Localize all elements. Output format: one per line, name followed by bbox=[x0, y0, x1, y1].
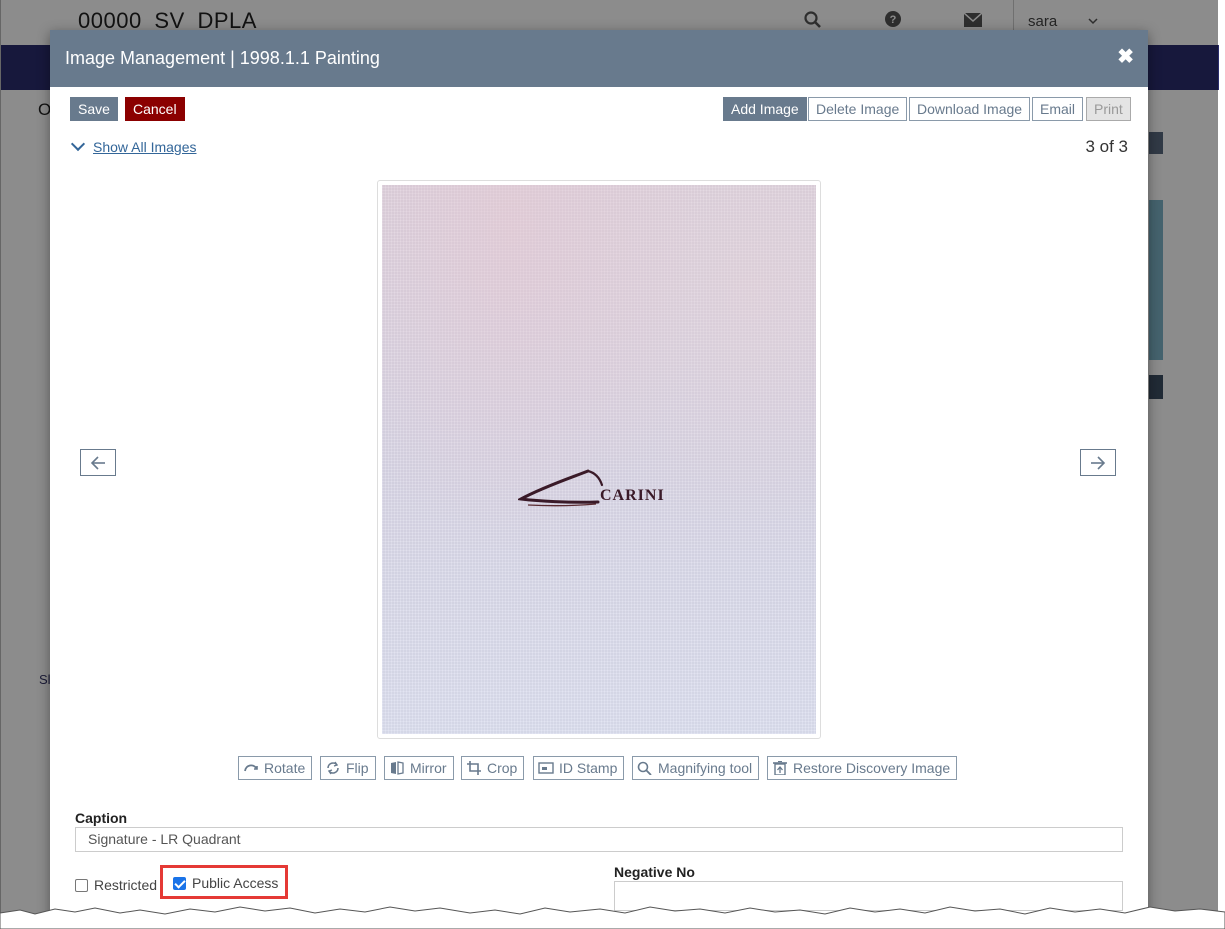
rotate-icon bbox=[244, 764, 258, 772]
magnifier-icon bbox=[637, 761, 652, 775]
painting-image: CARINI bbox=[382, 185, 816, 734]
public-access-label: Public Access bbox=[192, 875, 279, 891]
print-button[interactable]: Print bbox=[1086, 97, 1131, 121]
negative-no-label: Negative No bbox=[614, 864, 695, 880]
crop-label: Crop bbox=[487, 760, 518, 776]
chevron-down-icon bbox=[70, 136, 86, 152]
restore-discovery-image-label: Restore Discovery Image bbox=[793, 760, 951, 776]
save-button[interactable]: Save bbox=[70, 97, 118, 121]
email-button[interactable]: Email bbox=[1032, 97, 1084, 121]
mirror-button[interactable]: Mirror bbox=[384, 756, 454, 780]
cancel-button[interactable]: Cancel bbox=[125, 97, 185, 121]
show-all-images-link[interactable]: Show All Images bbox=[70, 136, 197, 155]
modal-header: Image Management | 1998.1.1 Painting ✖ bbox=[50, 30, 1148, 87]
flip-label: Flip bbox=[346, 760, 369, 776]
previous-image-button[interactable] bbox=[80, 449, 116, 476]
flip-icon bbox=[327, 761, 339, 775]
public-access-checkbox[interactable] bbox=[173, 877, 186, 890]
id-stamp-label: ID Stamp bbox=[559, 760, 618, 776]
flip-button[interactable]: Flip bbox=[320, 756, 376, 780]
magnifying-tool-button[interactable]: Magnifying tool bbox=[632, 756, 760, 780]
restricted-option: Restricted bbox=[75, 877, 157, 893]
public-access-highlight: Public Access bbox=[160, 865, 288, 899]
image-viewer-frame: CARINI bbox=[377, 180, 821, 739]
rotate-label: Rotate bbox=[264, 760, 306, 776]
signature-mark: CARINI bbox=[518, 469, 665, 507]
mirror-label: Mirror bbox=[410, 760, 447, 776]
magnifying-tool-label: Magnifying tool bbox=[658, 760, 753, 776]
id-stamp-button[interactable]: ID Stamp bbox=[533, 756, 625, 780]
show-all-images-label: Show All Images bbox=[93, 139, 197, 155]
restore-icon bbox=[773, 761, 787, 775]
caption-label: Caption bbox=[75, 810, 128, 826]
caption-input[interactable]: Signature - LR Quadrant bbox=[75, 827, 1123, 852]
delete-image-button[interactable]: Delete Image bbox=[808, 97, 908, 121]
signature-text: CARINI bbox=[600, 487, 665, 504]
crop-button[interactable]: Crop bbox=[461, 756, 525, 780]
restore-discovery-image-button[interactable]: Restore Discovery Image bbox=[767, 756, 958, 780]
close-icon[interactable]: ✖ bbox=[1117, 44, 1134, 69]
rotate-button[interactable]: Rotate bbox=[238, 756, 313, 780]
add-image-button[interactable]: Add Image bbox=[723, 97, 807, 121]
id-stamp-icon bbox=[538, 762, 554, 774]
mirror-icon bbox=[391, 761, 404, 775]
modal-title: Image Management | 1998.1.1 Painting bbox=[65, 48, 380, 68]
download-image-button[interactable]: Download Image bbox=[909, 97, 1031, 121]
image-management-modal: Image Management | 1998.1.1 Painting ✖ S… bbox=[50, 30, 1148, 929]
image-counter: 3 of 3 bbox=[1085, 137, 1128, 156]
arrow-right-icon bbox=[1091, 456, 1106, 470]
restricted-label: Restricted bbox=[94, 877, 158, 893]
next-image-button[interactable] bbox=[1080, 449, 1116, 476]
restricted-checkbox[interactable] bbox=[75, 879, 88, 892]
arrow-left-icon bbox=[90, 456, 105, 470]
crop-icon bbox=[467, 761, 481, 775]
torn-edge-decoration bbox=[0, 906, 1225, 929]
